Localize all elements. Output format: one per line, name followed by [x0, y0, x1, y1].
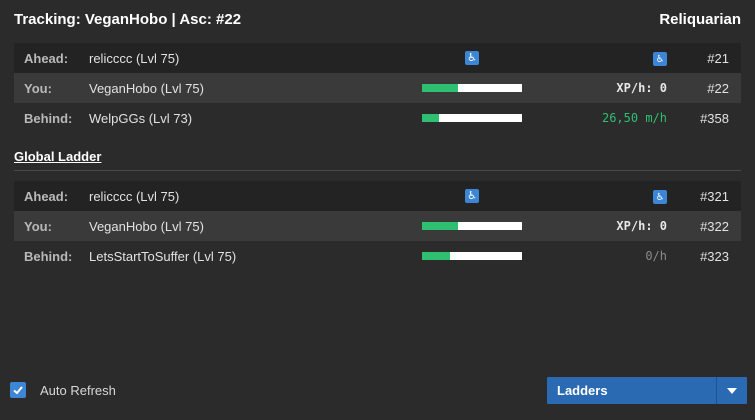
row-rank: #321 [700, 188, 729, 204]
row-role: Ahead: [24, 50, 69, 66]
ladder-row-ahead: Ahead: relicccc (Lvl 75) ♿ ♿ #321 [14, 181, 741, 211]
character-ladder: Ahead: relicccc (Lvl 75) ♿ ♿ #21 You: Ve… [14, 43, 741, 133]
ladder-row-you: You: VeganHobo (Lvl 75) XP/h: 0 #322 [14, 211, 741, 241]
row-rank: #358 [700, 110, 729, 126]
page-title: Tracking: VeganHobo | Asc: #22 [14, 10, 242, 28]
auto-refresh-toggle[interactable]: Auto Refresh [10, 382, 116, 398]
auto-refresh-label: Auto Refresh [40, 382, 116, 398]
ladder-row-ahead: Ahead: relicccc (Lvl 75) ♿ ♿ #21 [14, 43, 741, 73]
wheelchair-icon: ♿ [653, 189, 667, 204]
row-player-name: relicccc (Lvl 75) [89, 50, 180, 66]
row-role: Behind: [24, 110, 73, 126]
checkmark-icon [13, 386, 23, 395]
row-role: You: [24, 80, 52, 96]
wheelchair-icon: ♿ [465, 189, 479, 203]
row-role: Behind: [24, 248, 73, 264]
xp-progress-bar [422, 252, 522, 260]
row-rank: #21 [707, 50, 729, 66]
ladder-row-you: You: VeganHobo (Lvl 75) XP/h: 0 #22 [14, 73, 741, 103]
row-rank: #22 [707, 80, 729, 96]
ladder-row-behind: Behind: LetsStartToSuffer (Lvl 75) 0/h #… [14, 241, 741, 271]
row-role: Ahead: [24, 188, 69, 204]
xp-rate: XP/h: 0 [616, 219, 667, 233]
header: Tracking: VeganHobo | Asc: #22 Reliquari… [14, 8, 741, 30]
xp-rate: 0/h [645, 249, 667, 263]
xp-progress-bar [422, 114, 522, 122]
row-player-name: VeganHobo (Lvl 75) [89, 80, 204, 96]
xp-progress-bar [422, 222, 522, 230]
chevron-down-icon[interactable] [716, 377, 747, 404]
row-player-name: WelpGGs (Lvl 73) [89, 110, 193, 126]
row-player-name: relicccc (Lvl 75) [89, 188, 180, 204]
global-ladder-heading: Global Ladder [14, 149, 102, 164]
xp-rate: 26,50 m/h [601, 111, 667, 125]
auto-refresh-checkbox[interactable] [10, 382, 26, 398]
wheelchair-icon: ♿ [465, 51, 479, 65]
wheelchair-icon: ♿ [653, 51, 667, 66]
divider [14, 170, 741, 171]
global-ladder: Ahead: relicccc (Lvl 75) ♿ ♿ #321 You: V… [14, 181, 741, 271]
row-player-name: VeganHobo (Lvl 75) [89, 218, 204, 234]
ladders-button-label: Ladders [557, 383, 608, 398]
xp-progress-bar [422, 84, 522, 92]
row-role: You: [24, 218, 52, 234]
row-player-name: LetsStartToSuffer (Lvl 75) [89, 248, 237, 264]
ladders-dropdown-button[interactable]: Ladders [547, 377, 747, 404]
xp-rate: XP/h: 0 [616, 81, 667, 95]
league-name: Reliquarian [659, 10, 741, 28]
row-rank: #323 [700, 248, 729, 264]
row-rank: #322 [700, 218, 729, 234]
ladder-row-behind: Behind: WelpGGs (Lvl 73) 26,50 m/h #358 [14, 103, 741, 133]
